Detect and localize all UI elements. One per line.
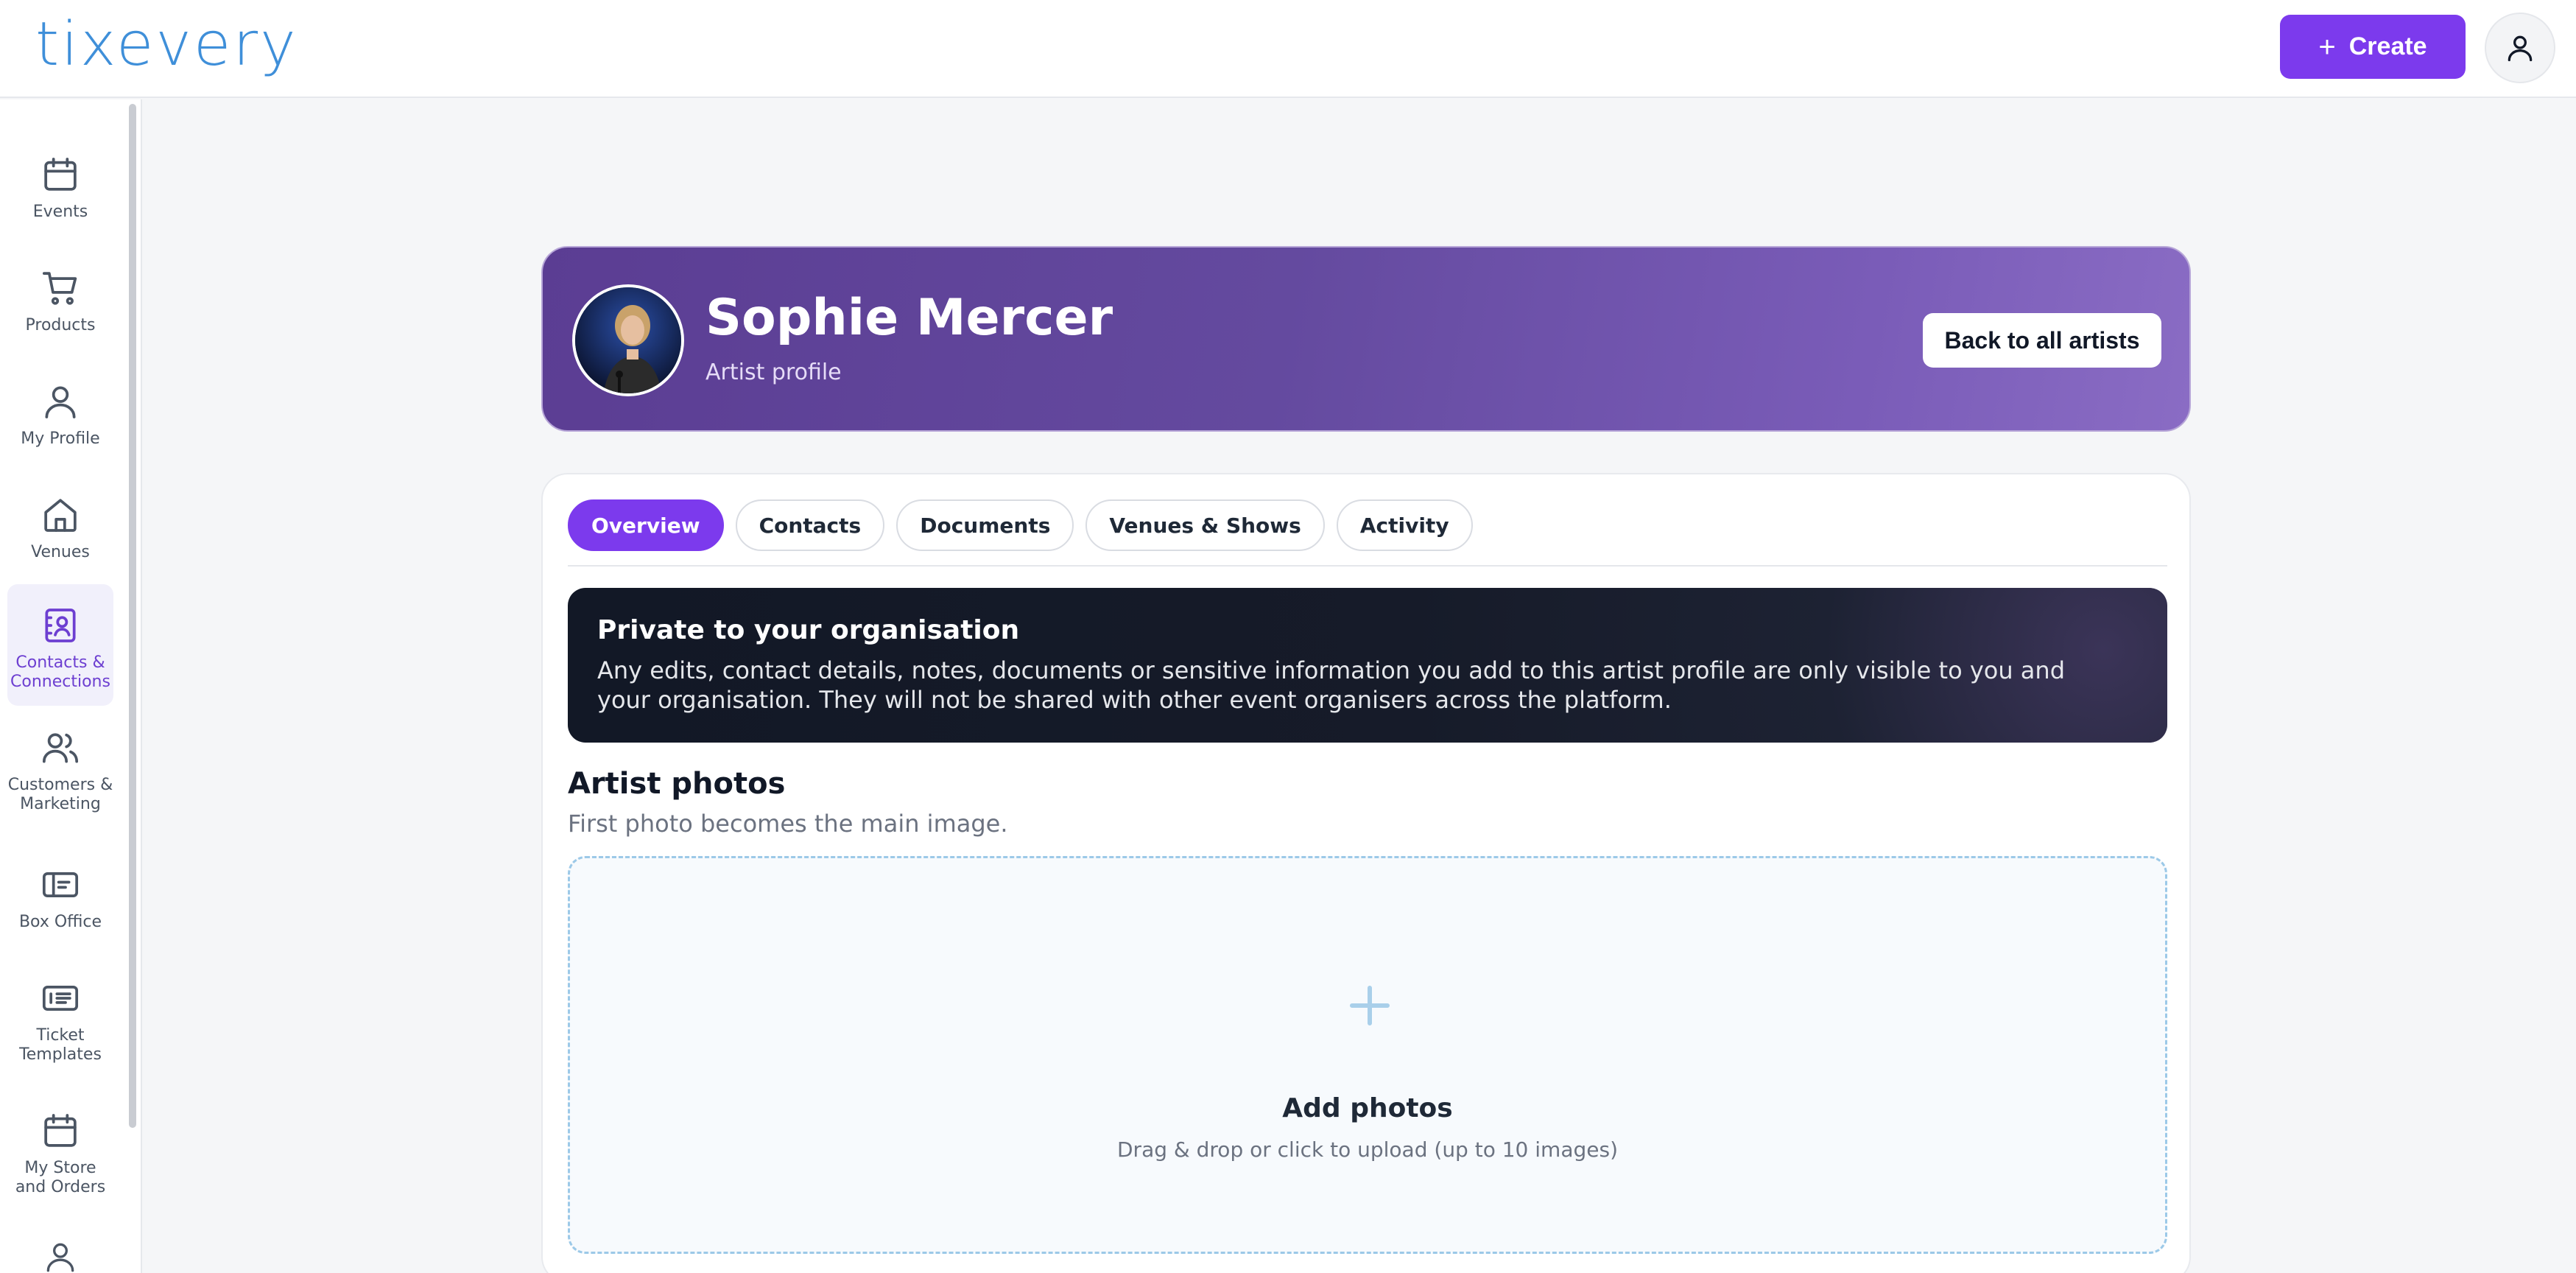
tab-activity[interactable]: Activity	[1336, 499, 1473, 551]
store-calendar-icon	[44, 1114, 77, 1147]
ticket-template-icon	[42, 985, 79, 1011]
artist-avatar	[572, 284, 684, 396]
sidebar-item-contacts-connections[interactable]: Contacts & Connections	[7, 584, 113, 706]
box-office-icon	[42, 872, 79, 898]
tabs-divider	[568, 565, 2167, 567]
sidebar: Events Products My Profile Venues Contac…	[0, 99, 142, 1273]
photo-upload-dropzone[interactable]: Add photos Drag & drop or click to uploa…	[568, 856, 2167, 1254]
add-photos-label: Add photos	[1282, 1093, 1453, 1123]
sidebar-item-label: Box Office	[18, 913, 102, 931]
sidebar-item-label: Venues	[31, 543, 90, 561]
sidebar-item-ticket-templates[interactable]: Ticket Templates	[7, 967, 113, 1089]
sidebar-item-label: Ticket Templates	[19, 1026, 102, 1064]
add-photos-hint: Drag & drop or click to upload (up to 10…	[1117, 1137, 1618, 1162]
artist-photos-subtitle: First photo becomes the main image.	[568, 810, 1008, 838]
sidebar-item-label: Contacts & Connections	[10, 653, 110, 691]
user-icon	[46, 1243, 74, 1272]
plus-icon	[1350, 986, 1390, 1025]
app-logo[interactable]: tixevery	[35, 12, 298, 78]
sidebar-scrollbar[interactable]	[129, 104, 136, 1128]
sidebar-item-my-store-orders[interactable]: My Store and Orders	[7, 1100, 113, 1221]
user-icon	[2508, 35, 2533, 62]
sidebar-item-box-office[interactable]: Box Office	[7, 854, 113, 964]
tab-overview[interactable]: Overview	[568, 499, 724, 551]
sidebar-item-label: Customers & Marketing	[7, 776, 113, 813]
calendar-icon	[44, 158, 77, 191]
tab-venues-shows[interactable]: Venues & Shows	[1085, 499, 1325, 551]
artist-profile-header: Sophie Mercer Artist profile Back to all…	[541, 246, 2191, 432]
artist-photo-image	[575, 287, 681, 393]
privacy-notice: Private to your organisation Any edits, …	[568, 588, 2167, 743]
sidebar-item-venues[interactable]: Venues	[7, 484, 113, 595]
artist-detail-card: Overview Contacts Documents Venues & Sho…	[541, 473, 2191, 1273]
sidebar-item-my-profile[interactable]: My Profile	[7, 371, 113, 481]
users-icon	[42, 733, 79, 763]
top-bar: tixevery + Create	[0, 0, 2576, 98]
sidebar-item-customers-marketing[interactable]: Customers & Marketing	[7, 717, 113, 838]
artist-photos-title: Artist photos	[568, 767, 786, 801]
sidebar-item-products[interactable]: Products	[7, 257, 113, 368]
sidebar-item-more[interactable]	[7, 1238, 113, 1273]
sidebar-item-label: Products	[25, 316, 96, 334]
user-menu-button[interactable]	[2485, 13, 2555, 83]
sidebar-item-label: My Profile	[21, 429, 100, 448]
sidebar-item-events[interactable]: Events	[7, 144, 113, 254]
artist-name: Sophie Mercer	[705, 289, 1113, 347]
create-label: Create	[2348, 32, 2427, 60]
user-icon	[45, 386, 76, 418]
cart-icon	[42, 272, 77, 305]
tab-contacts[interactable]: Contacts	[735, 499, 885, 551]
profile-tabs: Overview Contacts Documents Venues & Sho…	[568, 499, 1473, 551]
sidebar-item-label: My Store and Orders	[15, 1159, 106, 1196]
contacts-book-icon	[45, 609, 76, 642]
privacy-notice-text: Any edits, contact details, notes, docum…	[597, 656, 2065, 714]
privacy-notice-title: Private to your organisation	[597, 615, 1020, 645]
plus-icon: +	[2318, 30, 2336, 63]
home-icon	[44, 499, 77, 532]
tab-documents[interactable]: Documents	[896, 499, 1074, 551]
create-button[interactable]: + Create	[2280, 15, 2466, 79]
sidebar-item-label: Events	[32, 203, 88, 221]
artist-subtitle: Artist profile	[705, 360, 842, 385]
back-to-artists-button[interactable]: Back to all artists	[1923, 313, 2161, 368]
